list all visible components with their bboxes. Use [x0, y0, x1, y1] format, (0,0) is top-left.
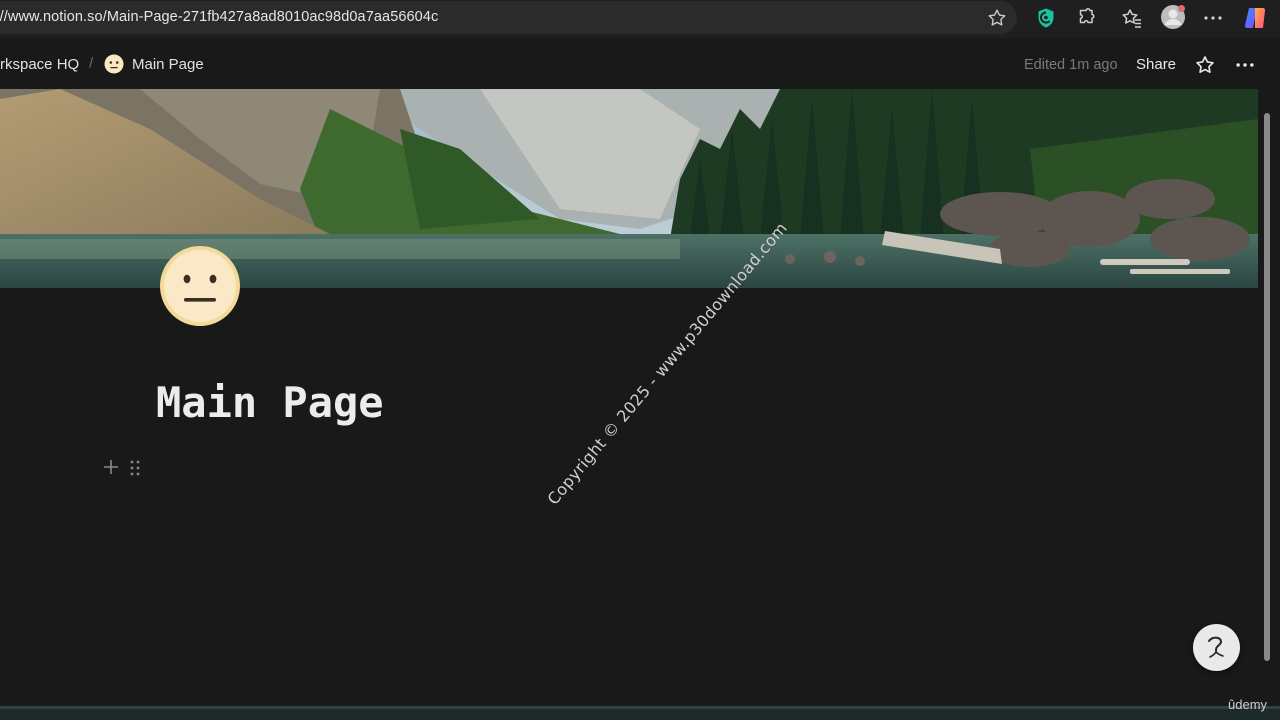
address-bar[interactable]: os://www.notion.so/Main-Page-271fb427a8a…: [0, 1, 1017, 34]
copilot-icon[interactable]: [1243, 5, 1269, 31]
shield-extension-icon[interactable]: [1034, 6, 1058, 30]
url-text[interactable]: os://www.notion.so/Main-Page-271fb427a8a…: [0, 9, 438, 25]
udemy-logo-text: ûdemy: [1228, 697, 1268, 712]
add-block-plus-icon[interactable]: [102, 458, 120, 476]
neutral-face-icon: [104, 54, 124, 74]
breadcrumb-page[interactable]: Main Page: [132, 56, 204, 73]
extensions-puzzle-icon[interactable]: [1075, 6, 1099, 30]
drag-handle-icon[interactable]: [129, 459, 141, 477]
page-scrollbar[interactable]: [1262, 89, 1272, 669]
breadcrumb-separator: /: [89, 55, 94, 72]
favorites-icon[interactable]: [1120, 6, 1144, 30]
page-emoji-neutral-face-icon[interactable]: [158, 244, 242, 328]
page-title[interactable]: Main Page: [156, 378, 384, 427]
browser-toolbar: os://www.notion.so/Main-Page-271fb427a8a…: [0, 0, 1280, 38]
browser-menu-icon[interactable]: [1201, 6, 1225, 30]
favorite-star-icon[interactable]: [1194, 54, 1216, 76]
breadcrumb-workspace[interactable]: rkspace HQ: [0, 56, 79, 73]
help-question-icon: [1208, 636, 1224, 658]
taskbar-accent-line: [0, 706, 1280, 709]
help-button[interactable]: [1193, 624, 1240, 671]
notion-topbar: rkspace HQ / Main Page Edited 1m ago Sha…: [0, 40, 1262, 89]
profile-avatar-icon[interactable]: [1160, 4, 1186, 30]
scrollbar-thumb[interactable]: [1264, 113, 1270, 661]
share-button[interactable]: Share: [1136, 56, 1176, 73]
edited-timestamp: Edited 1m ago: [1024, 57, 1118, 73]
bookmark-star-icon[interactable]: [986, 7, 1008, 29]
more-options-icon[interactable]: [1234, 54, 1256, 76]
